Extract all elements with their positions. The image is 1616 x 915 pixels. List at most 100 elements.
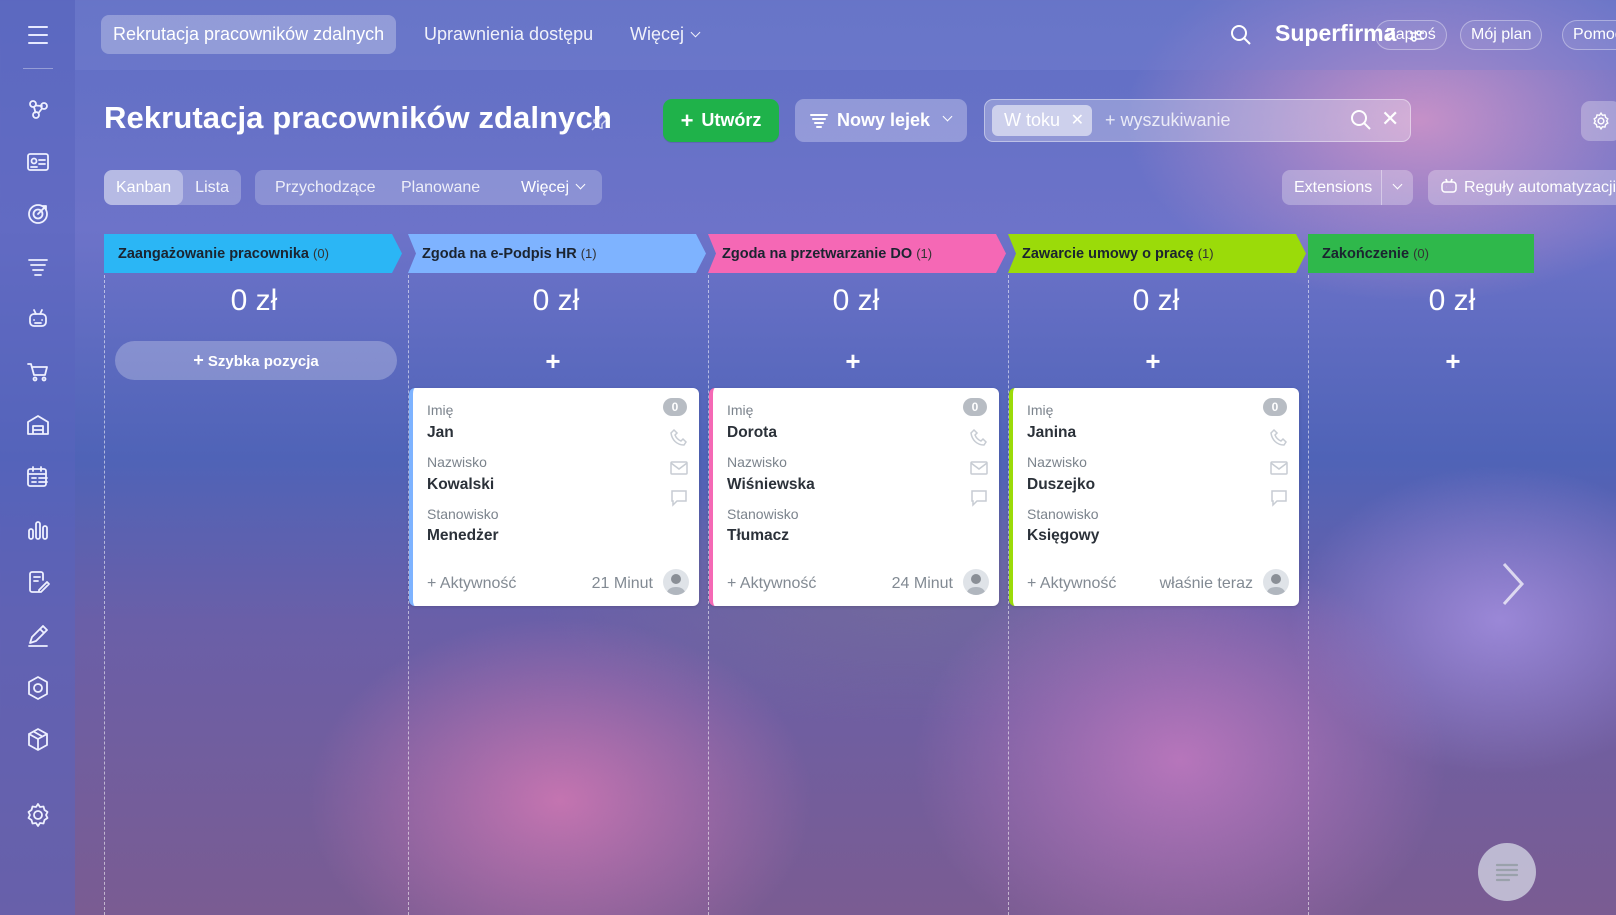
last-name-value: Duszejko [1027,476,1096,493]
filter-more[interactable]: Więcej [521,170,586,205]
column-sum: 0 zł [230,284,278,317]
deal-card[interactable]: Imię Dorota Nazwisko Wiśniewska Stanowis… [709,388,999,606]
column-title: Zawarcie umowy o pracę [1022,246,1194,262]
settings-gear-icon[interactable] [24,801,52,829]
document-sign-icon[interactable] [24,568,52,596]
extensions-dropdown[interactable] [1381,170,1413,205]
package-cube-icon[interactable] [24,726,52,754]
new-funnel-dropdown[interactable]: Nowy lejek [795,99,967,142]
deal-card[interactable]: Imię Jan Nazwisko Kowalski Stanowisko Me… [409,388,699,606]
column-count: (1) [916,246,933,261]
extensions-button[interactable]: Extensions [1282,170,1413,205]
calendar-list-icon[interactable] [24,463,52,491]
feed-chat-icon[interactable] [1478,843,1536,901]
mail-icon[interactable] [969,458,989,478]
view-list[interactable]: Lista [183,170,241,205]
search-input[interactable]: + wyszukiwanie [1105,100,1231,140]
help-button[interactable]: Pomoc [1562,20,1616,50]
filter-chip[interactable]: W toku ✕ [992,105,1092,136]
invite-button[interactable]: Zaproś [1375,20,1447,50]
column-header-finished[interactable]: Zakończenie (0) [1308,234,1534,273]
add-activity-link[interactable]: + Aktywność [1027,575,1116,593]
add-item-button[interactable]: + [413,346,693,377]
phone-icon[interactable] [669,428,689,448]
filter-search-box[interactable]: W toku ✕ + wyszukiwanie ✕ [984,99,1411,142]
crm-deals-icon[interactable] [24,95,52,123]
mail-icon[interactable] [669,458,689,478]
target-icon[interactable] [24,200,52,228]
first-name-value[interactable]: Janina [1027,424,1076,442]
counter-badge: 0 [1263,398,1287,416]
first-name-value[interactable]: Jan [427,424,454,442]
column-header-esignature[interactable]: Zgoda na e-Podpis HR (1) [408,234,706,273]
clear-search-icon[interactable]: ✕ [1381,106,1399,132]
tab-recruitment[interactable]: Rekrutacja pracowników zdalnych [101,15,397,54]
funnel-icon[interactable] [24,253,52,281]
column-count: (0) [1413,246,1429,261]
phone-icon[interactable] [1269,428,1289,448]
contacts-card-icon[interactable] [24,148,52,176]
view-settings-gear-icon[interactable] [1581,101,1616,141]
hamburger-menu-icon[interactable] [25,22,51,48]
add-item-button[interactable]: + [1313,346,1593,377]
quick-add-label: Szybka pozycja [207,353,319,370]
column-count: (1) [580,246,597,261]
add-activity-link[interactable]: + Aktywność [427,575,516,593]
pin-icon[interactable] [590,112,610,132]
mail-icon[interactable] [1269,458,1289,478]
remove-filter-icon[interactable]: ✕ [1071,105,1084,136]
page-title: Rekrutacja pracowników zdalnych [104,100,612,135]
add-activity-link[interactable]: + Aktywność [727,575,816,593]
phone-icon[interactable] [969,428,989,448]
my-plan-button[interactable]: Mój plan [1460,20,1543,50]
chat-icon[interactable] [669,488,689,508]
warehouse-icon[interactable] [24,411,52,439]
avatar[interactable] [663,569,689,595]
column-title: Zgoda na e-Podpis HR [422,246,577,262]
filter-incoming[interactable]: Przychodzące [275,170,376,205]
column-header-employment-contract[interactable]: Zawarcie umowy o pracę (1) [1008,234,1306,273]
search-icon[interactable] [1230,24,1252,46]
column-header-engagement[interactable]: Zaangażowanie pracownika (0) [104,234,402,273]
column-header-data-processing[interactable]: Zgoda na przetwarzanie DO (1) [708,234,1006,273]
avatar[interactable] [963,569,989,595]
quick-add-button[interactable]: + Szybka pozycja [115,341,397,380]
tab-access-permissions[interactable]: Uprawnienia dostępu [424,15,593,54]
hexagon-icon[interactable] [24,674,52,702]
column-title: Zaangażowanie pracownika [118,246,309,262]
analytics-bars-icon[interactable] [24,516,52,544]
robot-icon[interactable] [24,305,52,333]
last-name-label: Nazwisko [1027,454,1087,470]
position-value: Tłumacz [727,527,790,544]
chat-icon[interactable] [969,488,989,508]
last-name-label: Nazwisko [427,454,487,470]
counter-badge: 0 [963,398,987,416]
left-sidebar [0,0,75,915]
create-button[interactable]: + Utwórz [663,99,779,142]
scroll-right-arrow-icon[interactable] [1500,560,1526,608]
position-label: Stanowisko [427,506,499,522]
deal-card[interactable]: Imię Janina Nazwisko Duszejko Stanowisko… [1009,388,1299,606]
counter-badge: 0 [663,398,687,416]
column-title: Zgoda na przetwarzanie DO [722,246,913,262]
pen-sign-icon[interactable] [24,621,52,649]
add-item-button[interactable]: + [1013,346,1293,377]
filter-planned[interactable]: Planowane [401,170,480,205]
first-name-value[interactable]: Dorota [727,424,777,442]
add-item-button[interactable]: + [713,346,993,377]
card-time: 24 Minut [891,575,953,592]
avatar[interactable] [1263,569,1289,595]
first-name-label: Imię [727,402,754,418]
filter-more-label: Więcej [521,179,570,196]
chevron-down-icon [942,111,953,122]
view-kanban[interactable]: Kanban [104,170,184,205]
shopping-cart-icon[interactable] [24,358,52,386]
first-name-label: Imię [427,402,454,418]
chat-icon[interactable] [1269,488,1289,508]
activity-filters: Przychodzące Planowane Więcej [255,170,602,205]
search-icon[interactable] [1350,109,1372,131]
tab-more[interactable]: Więcej [630,15,701,54]
column-sum: 0 zł [832,284,880,317]
automation-rules-button[interactable]: Reguły automatyzacji [1428,170,1616,205]
filter-chip-label: W toku [1004,110,1061,130]
